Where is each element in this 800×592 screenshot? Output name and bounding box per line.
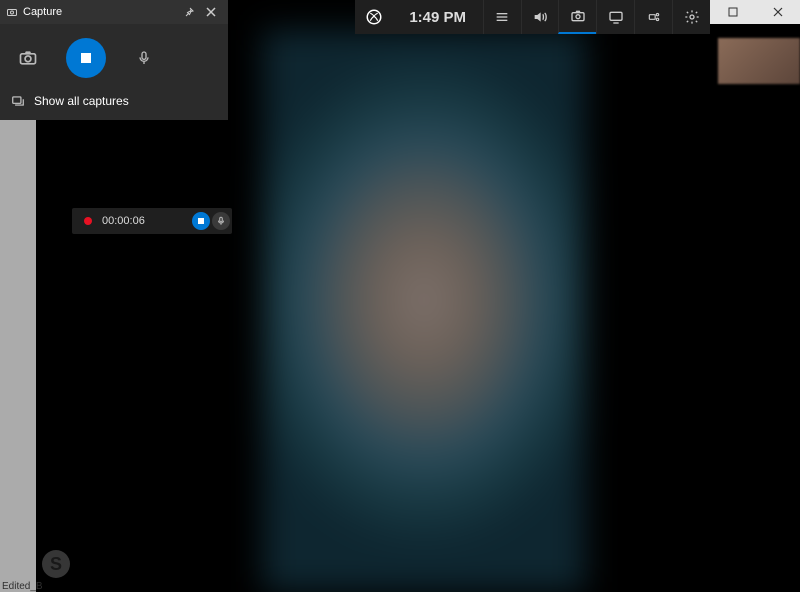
stop-recording-button[interactable] bbox=[66, 38, 106, 78]
show-all-captures[interactable]: Show all captures bbox=[0, 88, 228, 120]
recording-bar: 00:00:06 bbox=[72, 208, 232, 234]
recording-stop-button[interactable] bbox=[192, 212, 210, 230]
window-controls bbox=[710, 0, 800, 24]
close-panel-button[interactable] bbox=[200, 1, 222, 23]
game-bar: 1:49 PM bbox=[355, 0, 710, 34]
gallery-icon bbox=[10, 94, 26, 108]
capture-panel-title: Capture bbox=[6, 6, 178, 18]
capture-panel: Capture Show all captures bbox=[0, 0, 228, 120]
pin-button[interactable] bbox=[178, 1, 200, 23]
capture-panel-body bbox=[0, 24, 228, 88]
xbox-icon[interactable] bbox=[355, 0, 393, 34]
settings-icon[interactable] bbox=[672, 0, 710, 34]
recording-time: 00:00:06 bbox=[102, 215, 192, 227]
mic-toggle-button[interactable] bbox=[128, 42, 160, 74]
self-view-thumbnail[interactable] bbox=[718, 38, 800, 84]
capture-icon[interactable] bbox=[558, 0, 596, 34]
clock: 1:49 PM bbox=[393, 9, 483, 26]
broadcast-icon[interactable] bbox=[634, 0, 672, 34]
capture-panel-header: Capture bbox=[0, 0, 228, 24]
show-all-label: Show all captures bbox=[34, 94, 129, 108]
close-button[interactable] bbox=[755, 0, 800, 24]
audio-icon[interactable] bbox=[521, 0, 559, 34]
camera-icon bbox=[6, 6, 18, 18]
screenshot-button[interactable] bbox=[12, 42, 44, 74]
desktop-background: Edited_B bbox=[0, 115, 36, 592]
main-video-feed bbox=[263, 30, 585, 592]
menu-icon[interactable] bbox=[483, 0, 521, 34]
skype-icon[interactable]: S bbox=[42, 550, 70, 578]
capture-title-text: Capture bbox=[23, 6, 62, 18]
recording-mic-button[interactable] bbox=[212, 212, 230, 230]
maximize-button[interactable] bbox=[710, 0, 755, 24]
performance-icon[interactable] bbox=[596, 0, 634, 34]
recording-indicator-icon bbox=[84, 217, 92, 225]
desktop-file-label: Edited_B bbox=[2, 581, 43, 592]
